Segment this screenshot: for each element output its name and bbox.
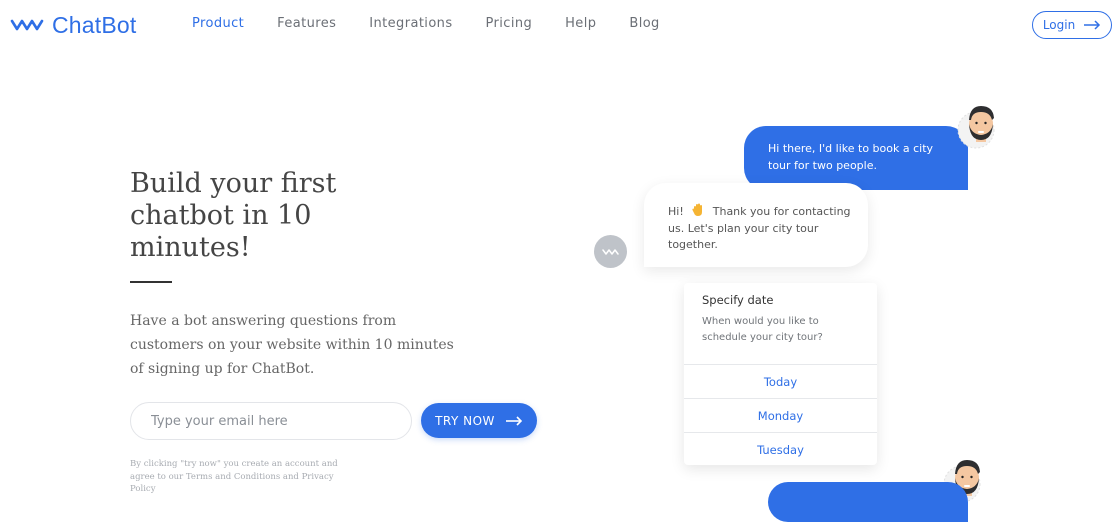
login-button[interactable]: Login <box>1032 11 1112 39</box>
bot-chat-bubble: Hi! Thank you for contacting us. Let's p… <box>644 183 868 267</box>
try-now-label: TRY NOW <box>435 413 495 428</box>
user-message: Hi there, I'd like to book a city tour f… <box>768 142 934 172</box>
date-option-monday[interactable]: Monday <box>684 398 877 432</box>
brand-logo[interactable]: ChatBot <box>10 10 137 40</box>
try-now-button[interactable]: TRY NOW <box>421 403 537 438</box>
chatbot-wave-logo-icon <box>601 248 619 255</box>
user-avatar-icon <box>957 106 995 149</box>
date-option-tuesday[interactable]: Tuesday <box>684 432 877 465</box>
date-picker-card: Specify date When would you like to sche… <box>684 283 877 465</box>
nav-item-help[interactable]: Help <box>565 16 596 31</box>
date-option-today[interactable]: Today <box>684 364 877 398</box>
arrow-right-icon <box>1084 20 1101 30</box>
hero-title: Build your first chatbot in 10 minutes! <box>130 168 337 263</box>
brand-name: ChatBot <box>52 11 137 38</box>
bot-message-greeting: Hi! <box>668 205 684 218</box>
nav-item-integrations[interactable]: Integrations <box>369 16 452 31</box>
bot-avatar <box>594 235 627 268</box>
login-label: Login <box>1042 18 1076 32</box>
arrow-right-icon <box>505 415 523 426</box>
main-nav: Product Features Integrations Pricing He… <box>192 16 693 31</box>
email-input[interactable] <box>130 402 412 440</box>
nav-item-features[interactable]: Features <box>277 16 336 31</box>
hero-description: Have a bot answering questions from cust… <box>130 313 454 377</box>
user-chat-bubble: Hi there, I'd like to book a city tour f… <box>744 126 968 190</box>
waving-hand-icon <box>692 203 703 216</box>
legal-notice: By clicking "try now" you create an acco… <box>130 459 338 494</box>
card-question: When would you like to schedule your cit… <box>702 316 823 343</box>
nav-item-product[interactable]: Product <box>192 16 244 31</box>
user-chat-bubble-partial <box>768 482 968 522</box>
nav-item-blog[interactable]: Blog <box>629 16 659 31</box>
nav-item-pricing[interactable]: Pricing <box>486 16 533 31</box>
card-title: Specify date <box>702 293 774 307</box>
hero-divider <box>130 281 172 283</box>
chatbot-wave-logo-icon <box>10 19 44 31</box>
